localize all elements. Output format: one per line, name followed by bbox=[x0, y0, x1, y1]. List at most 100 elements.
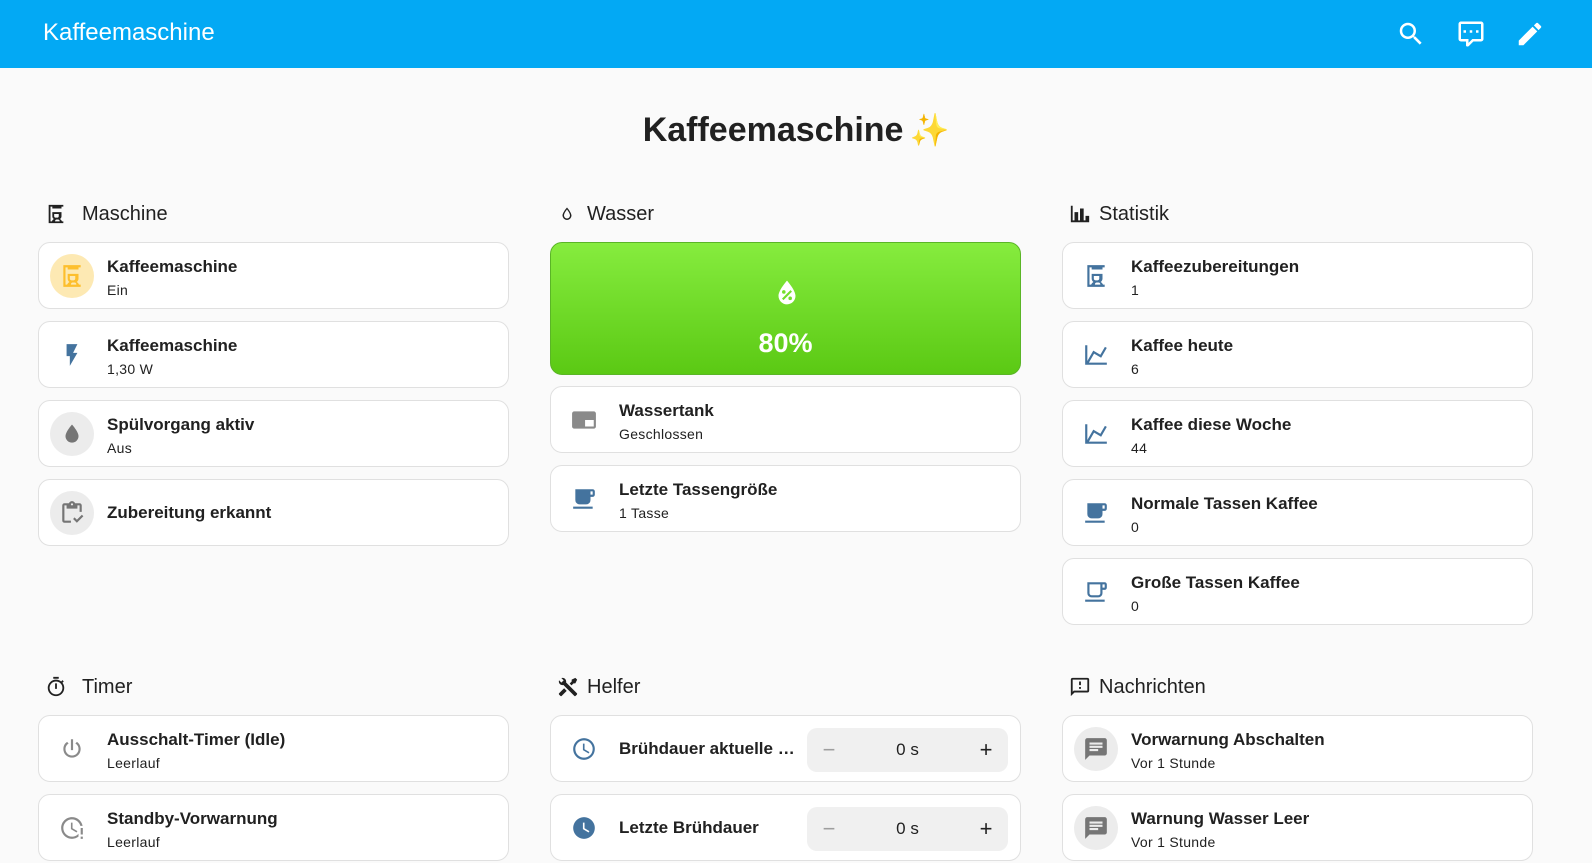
entity-name: Brühdauer aktuelle Z... bbox=[619, 739, 799, 758]
entity-state: 1 bbox=[1131, 282, 1140, 298]
entity-card-letzte-bruehdauer[interactable]: Letzte Brühdauer − 0 s + bbox=[550, 794, 1021, 861]
increment-button[interactable]: + bbox=[966, 807, 1006, 851]
entity-state: 1 Tasse bbox=[619, 505, 670, 521]
flash-icon bbox=[50, 333, 94, 377]
app-title: Kaffeemaschine bbox=[43, 19, 215, 46]
clock-filled-icon bbox=[562, 806, 606, 850]
water-level-tile[interactable]: 80% bbox=[550, 242, 1021, 375]
entity-name: Kaffeemaschine bbox=[107, 257, 238, 276]
section-title: Timer bbox=[82, 676, 133, 698]
entity-card-zubereitung[interactable]: Zubereitung erkannt bbox=[38, 479, 509, 546]
entity-card-vorwarnung-abschalten[interactable]: Vorwarnung Abschalten Vor 1 Stunde bbox=[1062, 715, 1533, 782]
entity-card-warnung-wasser-leer[interactable]: Warnung Wasser Leer Vor 1 Stunde bbox=[1062, 794, 1533, 861]
entity-state: 0 bbox=[1131, 519, 1140, 535]
entity-card-kaffeemaschine-power[interactable]: Kaffeemaschine 1,30 W bbox=[38, 321, 509, 388]
entity-name: Kaffeemaschine bbox=[107, 336, 238, 355]
entity-state: 0 bbox=[1131, 598, 1140, 614]
section-heading-statistik: Statistik bbox=[1069, 199, 1369, 229]
entity-state: Leerlauf bbox=[107, 755, 160, 771]
entity-state: 1,30 W bbox=[107, 361, 154, 377]
entity-name: Spülvorgang aktiv bbox=[107, 415, 255, 434]
water-percent-icon bbox=[770, 276, 804, 310]
power-icon bbox=[50, 727, 94, 771]
coffee-maker-icon[interactable] bbox=[50, 254, 94, 298]
entity-card-bruehdauer-aktuell[interactable]: Brühdauer aktuelle Z... − 0 s + bbox=[550, 715, 1021, 782]
entity-card-normale-tassen[interactable]: Normale Tassen Kaffee 0 bbox=[1062, 479, 1533, 546]
entity-card-kaffeezubereitungen[interactable]: Kaffeezubereitungen 1 bbox=[1062, 242, 1533, 309]
entity-name: Normale Tassen Kaffee bbox=[1131, 494, 1318, 513]
section-title: Statistik bbox=[1099, 203, 1170, 225]
entity-name: Wassertank bbox=[619, 401, 714, 420]
section-heading-helfer: Helfer bbox=[557, 672, 857, 702]
entity-state: Vor 1 Stunde bbox=[1131, 755, 1216, 771]
entity-card-ausschalt-timer[interactable]: Ausschalt-Timer (Idle) Leerlauf bbox=[38, 715, 509, 782]
coffee-maker-icon bbox=[45, 203, 67, 225]
message-alert-icon bbox=[1069, 676, 1091, 698]
chart-line-icon bbox=[1074, 333, 1118, 377]
message-text-icon bbox=[1074, 727, 1118, 771]
entity-card-kaffeemaschine-switch[interactable]: Kaffeemaschine Ein bbox=[38, 242, 509, 309]
stepper-value: 0 s bbox=[896, 740, 919, 759]
entity-state: 6 bbox=[1131, 361, 1140, 377]
increment-button[interactable]: + bbox=[966, 728, 1006, 772]
clock-alert-icon bbox=[50, 806, 94, 850]
entity-card-standby-vorwarnung[interactable]: Standby-Vorwarnung Leerlauf bbox=[38, 794, 509, 861]
entity-name: Letzte Tassengröße bbox=[619, 480, 778, 499]
entity-state: Ein bbox=[107, 282, 129, 298]
chart-bar-icon bbox=[1069, 203, 1091, 225]
section-heading-timer: Timer bbox=[45, 672, 345, 702]
coffee-cup-icon bbox=[562, 477, 606, 521]
decrement-button[interactable]: − bbox=[809, 728, 849, 772]
tools-icon bbox=[557, 676, 579, 698]
entity-state: Vor 1 Stunde bbox=[1131, 834, 1216, 850]
window-closed-icon bbox=[562, 398, 606, 442]
entity-card-kaffee-heute[interactable]: Kaffee heute 6 bbox=[1062, 321, 1533, 388]
entity-state: 44 bbox=[1131, 440, 1148, 456]
section-heading-wasser: Wasser bbox=[557, 199, 857, 229]
entity-name: Kaffee diese Woche bbox=[1131, 415, 1292, 434]
entity-name: Kaffeezubereitungen bbox=[1131, 257, 1300, 276]
water-drop-icon bbox=[50, 412, 94, 456]
coffee-maker-icon bbox=[1074, 254, 1118, 298]
decrement-button[interactable]: − bbox=[809, 807, 849, 851]
entity-name: Warnung Wasser Leer bbox=[1131, 809, 1310, 828]
timer-icon bbox=[45, 676, 67, 698]
section-title: Nachrichten bbox=[1099, 676, 1206, 698]
water-outline-icon bbox=[558, 205, 576, 223]
entity-name: Letzte Brühdauer bbox=[619, 818, 759, 837]
section-title: Maschine bbox=[82, 203, 168, 225]
clock-outline-icon bbox=[562, 727, 606, 771]
dashboard-title: Kaffeemaschine ✨ bbox=[0, 105, 1592, 155]
entity-name: Kaffee heute bbox=[1131, 336, 1234, 355]
message-text-icon bbox=[1074, 806, 1118, 850]
entity-card-spuelvorgang[interactable]: Spülvorgang aktiv Aus bbox=[38, 400, 509, 467]
sparkles-emoji: ✨ bbox=[909, 112, 950, 148]
dashboard-title-text: Kaffeemaschine bbox=[642, 111, 904, 149]
entity-name: Vorwarnung Abschalten bbox=[1131, 730, 1325, 749]
entity-card-wassertank[interactable]: Wassertank Geschlossen bbox=[550, 386, 1021, 453]
coffee-cup-icon bbox=[1074, 491, 1118, 535]
entity-state: Aus bbox=[107, 440, 133, 456]
water-level-value: 80% bbox=[758, 328, 813, 358]
entity-name: Zubereitung erkannt bbox=[107, 503, 272, 522]
section-title: Helfer bbox=[587, 676, 641, 698]
search-icon[interactable] bbox=[1396, 19, 1426, 49]
section-heading-maschine: Maschine bbox=[45, 199, 345, 229]
entity-card-kaffee-woche[interactable]: Kaffee diese Woche 44 bbox=[1062, 400, 1533, 467]
top-app-bar: Kaffeemaschine bbox=[0, 0, 1592, 68]
number-stepper: − 0 s + bbox=[807, 728, 1008, 772]
stepper-value: 0 s bbox=[896, 819, 919, 838]
entity-name: Große Tassen Kaffee bbox=[1131, 573, 1300, 592]
section-heading-nachrichten: Nachrichten bbox=[1069, 672, 1369, 702]
entity-card-tassengroesse[interactable]: Letzte Tassengröße 1 Tasse bbox=[550, 465, 1021, 532]
number-stepper: − 0 s + bbox=[807, 807, 1008, 851]
entity-card-grosse-tassen[interactable]: Große Tassen Kaffee 0 bbox=[1062, 558, 1533, 625]
assist-chat-icon[interactable] bbox=[1456, 19, 1486, 49]
entity-name: Standby-Vorwarnung bbox=[107, 809, 278, 828]
chart-line-icon bbox=[1074, 412, 1118, 456]
entity-state: Geschlossen bbox=[619, 426, 704, 442]
coffee-cup-outline-icon bbox=[1074, 570, 1118, 614]
section-title: Wasser bbox=[587, 203, 655, 225]
entity-name: Ausschalt-Timer (Idle) bbox=[107, 730, 286, 749]
edit-pencil-icon[interactable] bbox=[1515, 19, 1545, 49]
